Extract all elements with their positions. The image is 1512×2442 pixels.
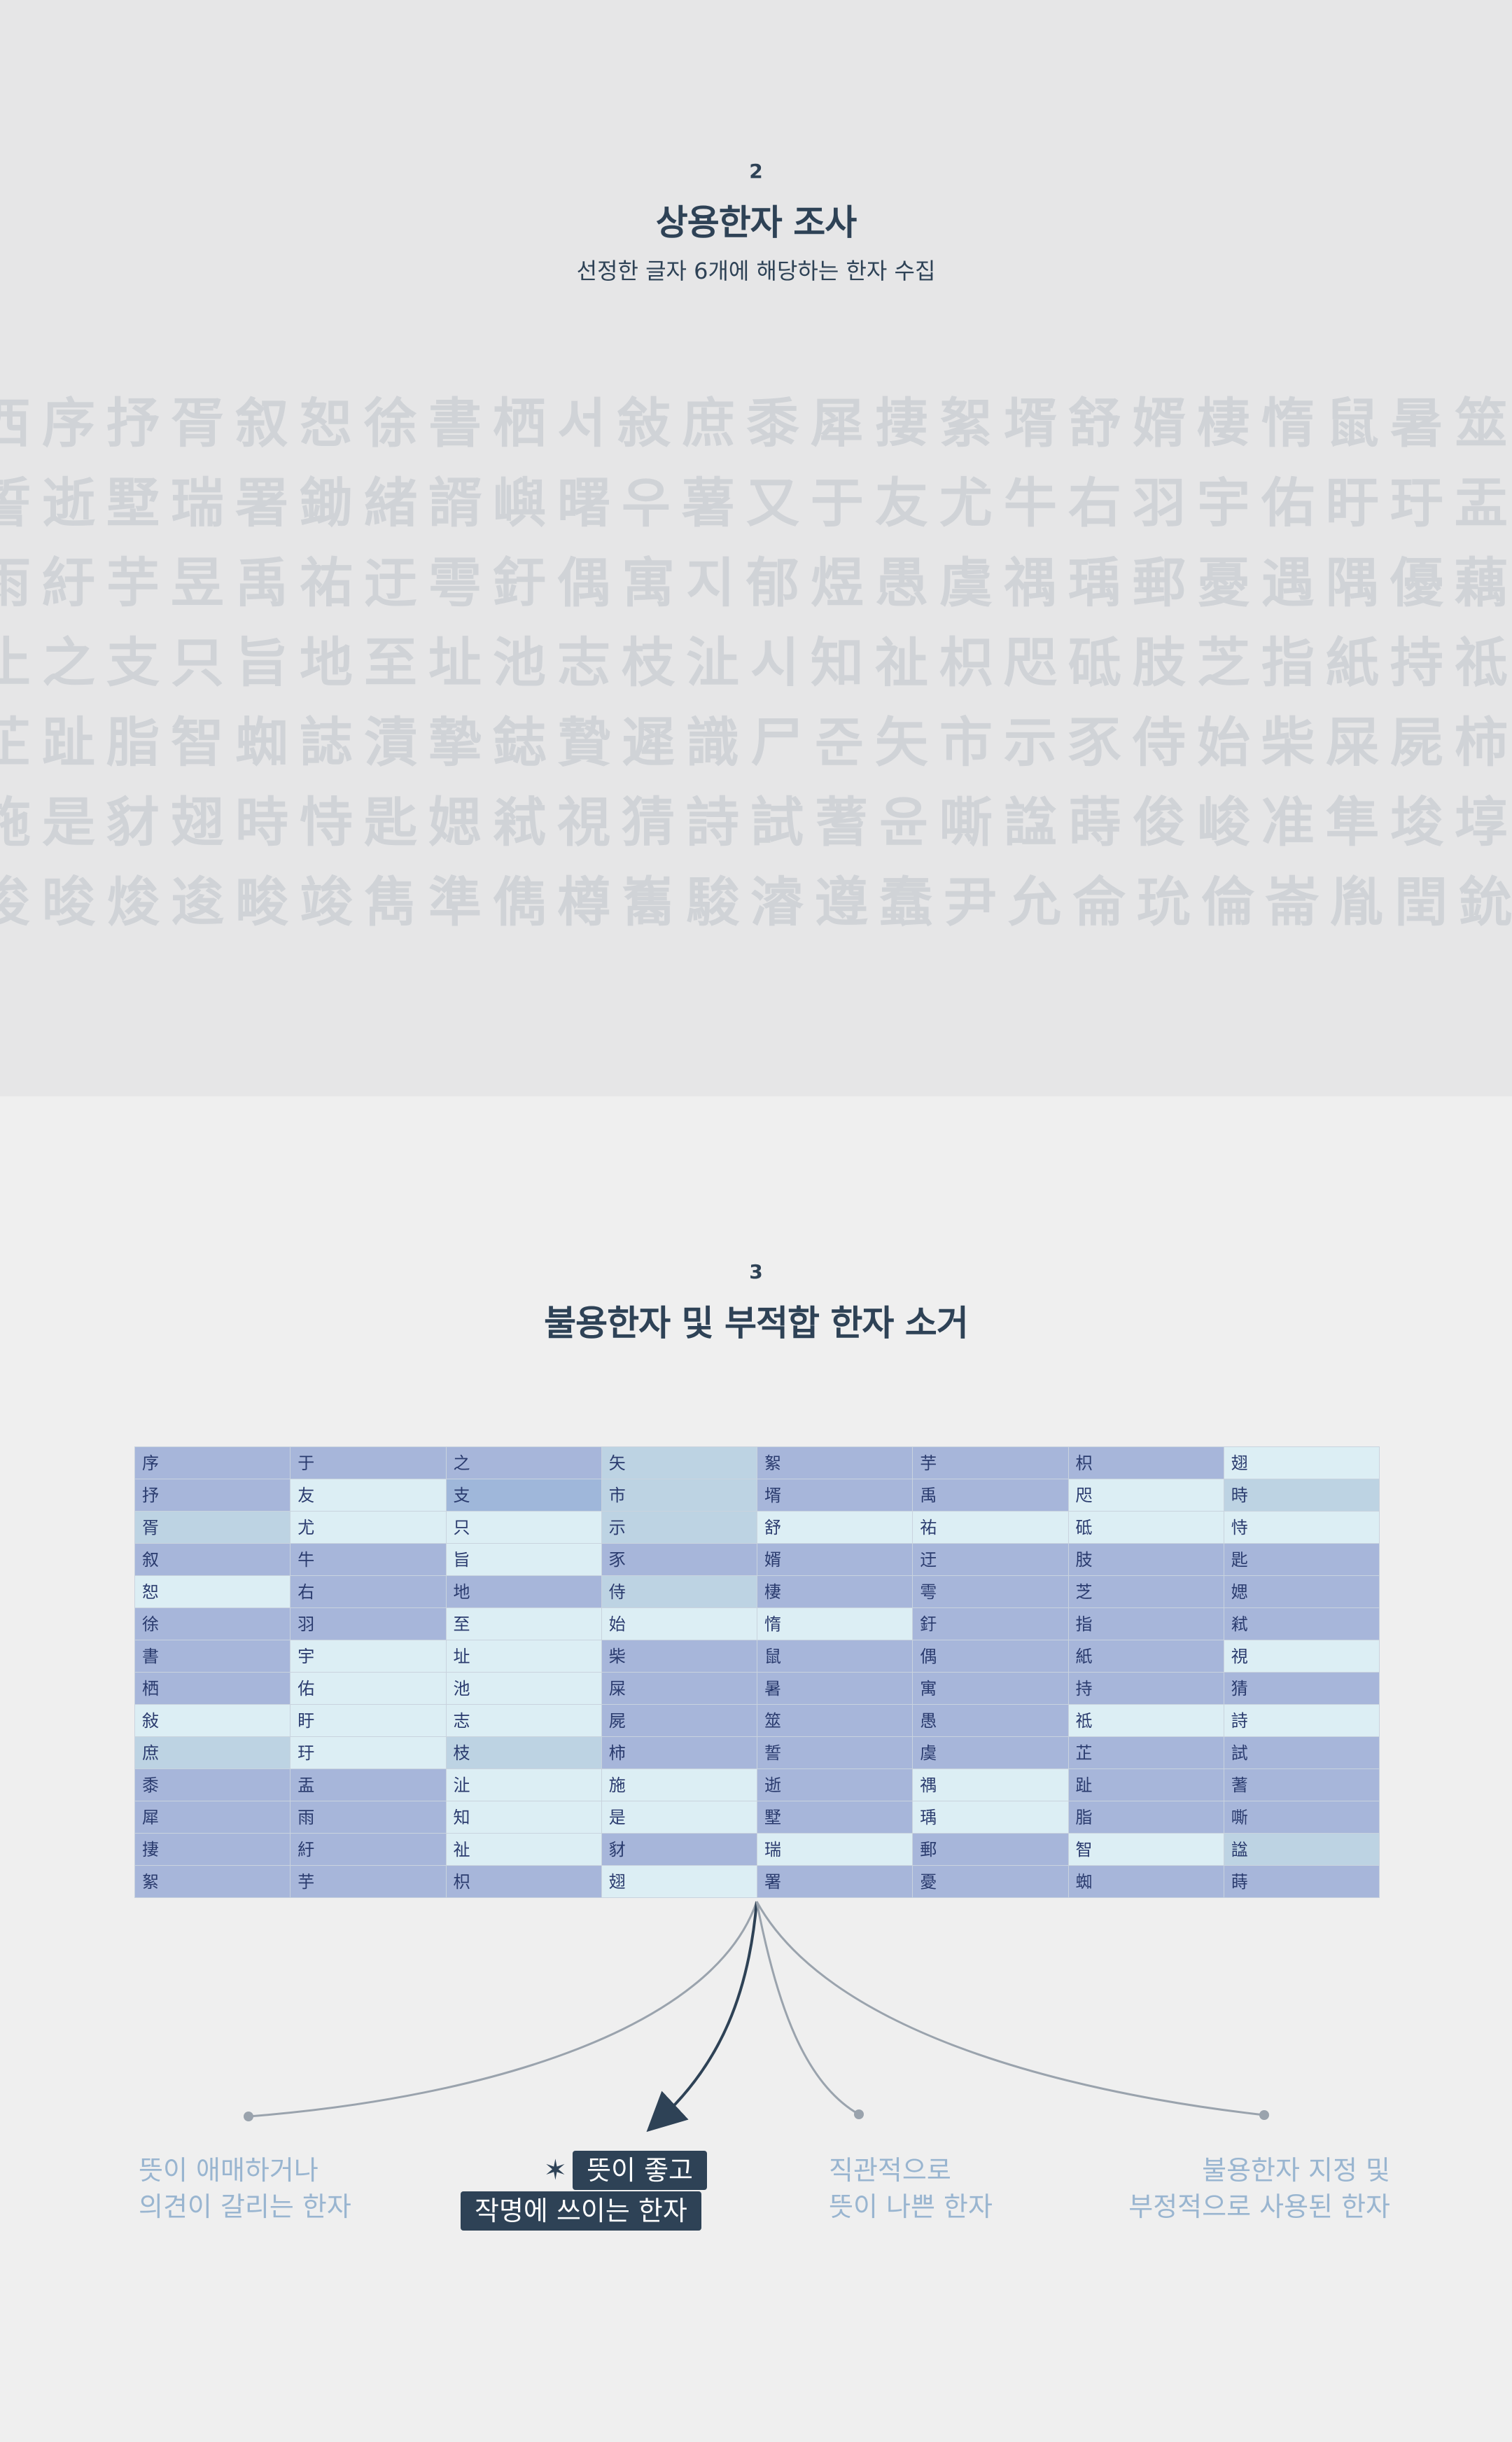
hanja-row: 施是豺翅時恃匙媤弒視猜詩試蓍윤嘶諡蒔俊峻准隼埈埻	[0, 791, 1512, 853]
hanja-background-grid: 西序抒胥叙恕徐書栖서敍庶黍犀捿絮壻舒婿棲惰鼠暑筮 誓逝墅瑞署鋤緒諝嶼曙우薯又于友…	[0, 384, 1512, 942]
outcome-line: 뜻이 애매하거나	[139, 2155, 318, 2186]
outcome-line: 뜻이 좋고	[573, 2151, 707, 2190]
connector-line	[248, 1901, 758, 2118]
hanja-row: 止之支只旨地至址池志枝沚시知祉枳咫砥肢芝指紙持祗	[0, 632, 1512, 694]
hanja-row: 雨紆芋昱禹祐迂雩釪偶寓지郁煜愚虞禑瑀郵憂遇隅優藕	[0, 552, 1512, 614]
outcome-line: 부정적으로 사용된 한자	[1128, 2191, 1390, 2222]
section-hanja-elimination: 3 불용한자 및 부적합 한자 소거 序于之矢絮芋枳翅抒友支市壻禹咫時胥尤只示舒…	[0, 1096, 1512, 2442]
hanja-row: 誓逝墅瑞署鋤緒諝嶼曙우薯又于友尤牛右羽宇佑盱玗盂	[0, 472, 1512, 534]
section-title: 상용한자 조사	[655, 202, 857, 243]
hanja-row: 浚晙焌逡畯竣雋準儁樽雟駿濬遵蠢尹允侖玧倫崙胤閏鈗	[0, 871, 1512, 933]
connector-line	[755, 1901, 860, 2116]
connector-dot	[1259, 2110, 1269, 2120]
connector-arrow	[646, 1901, 758, 2133]
hanja-row: 西序抒胥叙恕徐書栖서敍庶黍犀捿絮壻舒婿棲惰鼠暑筮	[0, 392, 1512, 454]
hanja-row: 芷趾脂智蜘誌漬摯鋕贄遲識尸준矢市示豕侍始柴屎屍柿	[0, 711, 1512, 774]
connector-line	[755, 1901, 1265, 2116]
outcome-line: 불용한자 지정 및	[1202, 2155, 1390, 2186]
outcome-line: 의견이 갈리는 한자	[139, 2191, 351, 2222]
connector-dot	[854, 2109, 864, 2119]
section-hanja-survey: 2 상용한자 조사 선정한 글자 6개에 해당하는 한자 수집 西序抒胥叙恕徐書…	[0, 0, 1512, 1096]
outcome-selected: ✶ 뜻이 좋고 작명에 쓰이는 한자	[461, 2151, 707, 2231]
outcome-disused: 불용한자 지정 및 부정적으로 사용된 한자	[1078, 2152, 1390, 2225]
outcome-line: 작명에 쓰이는 한자	[461, 2191, 701, 2231]
outcome-line: 뜻이 나쁜 한자	[829, 2191, 993, 2222]
outcome-line: 직관적으로	[829, 2155, 951, 2186]
step-number: 2	[749, 160, 763, 183]
connector-dot	[244, 2112, 253, 2121]
star-icon: ✶	[543, 2154, 568, 2186]
outcome-negative-meaning: 직관적으로 뜻이 나쁜 한자	[829, 2152, 993, 2225]
flow-diagram	[244, 1901, 1269, 2133]
section-subtitle: 선정한 글자 6개에 해당하는 한자 수집	[576, 258, 936, 284]
outcome-ambiguous: 뜻이 애매하거나 의견이 갈리는 한자	[139, 2152, 351, 2225]
